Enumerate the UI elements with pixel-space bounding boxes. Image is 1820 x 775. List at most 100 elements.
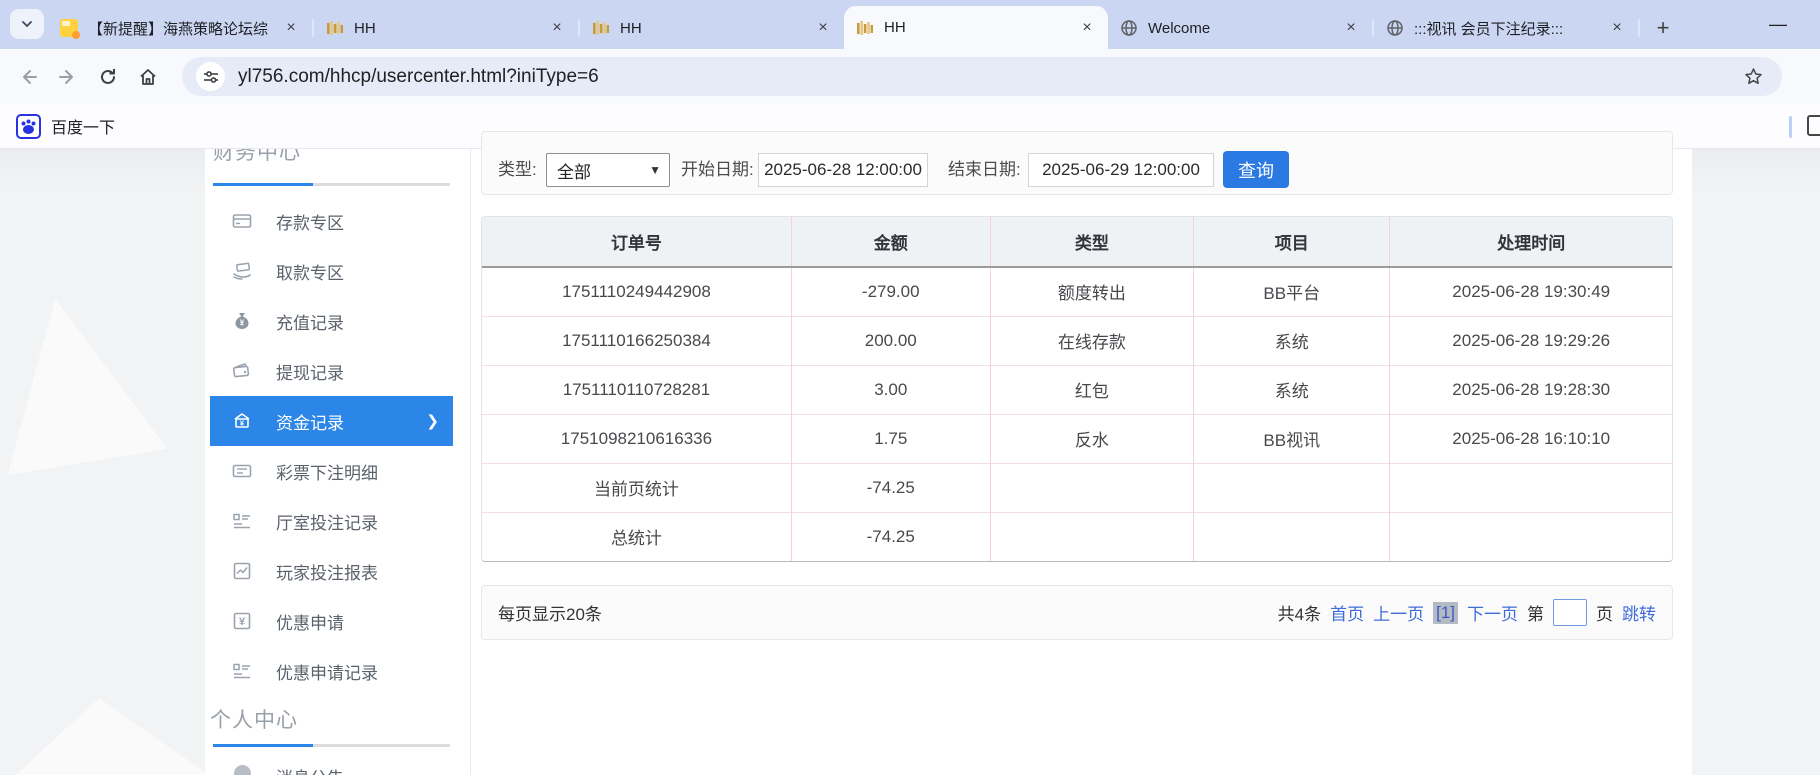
tab-hh-1[interactable]: HH × bbox=[314, 7, 578, 49]
tab-shixun[interactable]: :::视讯 会员下注纪录::: × bbox=[1374, 7, 1638, 49]
forward-arrow-icon bbox=[58, 67, 78, 87]
sidebar-item-funds-record[interactable]: ¥ 资金记录 ❯ bbox=[210, 396, 453, 446]
report-chart-icon bbox=[232, 561, 252, 581]
table-row: 1751098210616336 1.75 反水 BB视讯 2025-06-28… bbox=[482, 414, 1672, 463]
current-page: [1] bbox=[1433, 602, 1458, 624]
col-time: 处理时间 bbox=[1390, 217, 1672, 267]
tab-title: HH bbox=[884, 19, 1076, 36]
sidebar-item-promo-apply-record[interactable]: 优惠申请记录 bbox=[210, 646, 453, 696]
ticket-list-icon bbox=[232, 461, 252, 481]
tab-hh-2[interactable]: HH × bbox=[580, 7, 844, 49]
close-icon[interactable]: × bbox=[1076, 17, 1098, 39]
total-count: 共4条 bbox=[1278, 600, 1321, 625]
chevron-right-icon: ❯ bbox=[426, 412, 439, 430]
wallet-out-icon bbox=[232, 361, 252, 381]
type-select-value: 全部 bbox=[557, 158, 591, 183]
sidebar-item-lottery-bet-detail[interactable]: 彩票下注明细 bbox=[210, 446, 453, 496]
end-date-value: 2025-06-29 12:00:00 bbox=[1042, 160, 1200, 180]
jump-label-pre: 第 bbox=[1527, 600, 1544, 625]
start-date-input[interactable]: 2025-06-28 12:00:00 bbox=[758, 153, 928, 187]
new-tab-button[interactable]: + bbox=[1648, 13, 1678, 43]
sidebar-item-withdrawal-record[interactable]: 提现记录 bbox=[210, 346, 453, 396]
home-button[interactable] bbox=[128, 57, 168, 97]
section-title-finance: 财务中心 bbox=[213, 149, 453, 166]
sidebar-item-label: 彩票下注明细 bbox=[276, 459, 378, 484]
close-icon[interactable]: × bbox=[1340, 17, 1362, 39]
url-text[interactable]: yl756.com/hhcp/usercenter.html?iniType=6 bbox=[238, 66, 1738, 88]
section-underline bbox=[213, 744, 450, 747]
jump-link[interactable]: 跳转 bbox=[1622, 600, 1656, 625]
address-bar[interactable]: yl756.com/hhcp/usercenter.html?iniType=6 bbox=[182, 57, 1782, 96]
col-order-no: 订单号 bbox=[482, 217, 791, 267]
main-container: 财务中心 存款专区 取款专区 bbox=[205, 149, 1692, 775]
sidebar-item-deposit-zone[interactable]: 存款专区 bbox=[210, 196, 453, 246]
browser-toolbar: yl756.com/hhcp/usercenter.html?iniType=6 bbox=[0, 49, 1820, 104]
col-project: 项目 bbox=[1194, 217, 1390, 267]
cell-order: 1751110249442908 bbox=[482, 267, 791, 316]
gold-bars-icon bbox=[592, 19, 610, 37]
search-button[interactable]: 查询 bbox=[1223, 151, 1289, 188]
close-icon[interactable]: × bbox=[546, 17, 568, 39]
tab-title: HH bbox=[354, 20, 546, 37]
sidebar-item-label: 存款专区 bbox=[276, 209, 344, 234]
close-icon[interactable]: × bbox=[1606, 17, 1628, 39]
cell-time: 2025-06-28 19:28:30 bbox=[1390, 365, 1672, 414]
side-panel-icon[interactable] bbox=[1807, 115, 1820, 136]
sidebar-item-message[interactable]: 消息公告 bbox=[210, 761, 453, 775]
bookmark-baidu[interactable]: 百度一下 bbox=[16, 114, 115, 139]
cell-time: 2025-06-28 16:10:10 bbox=[1390, 414, 1672, 463]
type-label: 类型: bbox=[498, 153, 537, 187]
next-page-link[interactable]: 下一页 bbox=[1467, 600, 1518, 625]
gold-bars-icon bbox=[326, 19, 344, 37]
sidebar-item-label: 消息公告 bbox=[276, 761, 344, 775]
tab-search-button[interactable] bbox=[10, 9, 44, 39]
cell-amount: 1.75 bbox=[791, 414, 990, 463]
sidebar-item-label: 资金记录 bbox=[276, 409, 344, 434]
type-select[interactable]: 全部 ▼ bbox=[546, 153, 670, 187]
funds-icon: ¥ bbox=[232, 411, 252, 431]
chevron-down-icon bbox=[20, 17, 34, 31]
site-settings-icon[interactable] bbox=[196, 62, 225, 91]
cell-label: 总统计 bbox=[482, 512, 791, 561]
sidebar-item-recharge-record[interactable]: ¥ 充值记录 bbox=[210, 296, 453, 346]
cell-time: 2025-06-28 19:29:26 bbox=[1390, 316, 1672, 365]
cell-project: 系统 bbox=[1194, 316, 1390, 365]
sidebar-item-label: 取款专区 bbox=[276, 259, 344, 284]
svg-text:¥: ¥ bbox=[240, 319, 245, 328]
cell-order: 1751110110728281 bbox=[482, 365, 791, 414]
tab-bar: 【新提醒】海燕策略论坛综 × HH × HH × bbox=[0, 0, 1820, 49]
filter-panel: 类型: 全部 ▼ 开始日期: 2025-06-28 12:00:00 结束日期:… bbox=[481, 131, 1673, 195]
forum-mail-icon bbox=[60, 19, 78, 37]
table-row: 1751110166250384 200.00 在线存款 系统 2025-06-… bbox=[482, 316, 1672, 365]
sidebar-item-player-bet-report[interactable]: 玩家投注报表 bbox=[210, 546, 453, 596]
sidebar-item-withdraw-zone[interactable]: 取款专区 bbox=[210, 246, 453, 296]
background-triangle bbox=[0, 679, 220, 775]
tab-forum[interactable]: 【新提醒】海燕策略论坛综 × bbox=[48, 7, 312, 49]
tab-welcome[interactable]: Welcome × bbox=[1108, 7, 1372, 49]
bookmarks-separator bbox=[1789, 116, 1792, 138]
cell-amount: -74.25 bbox=[791, 512, 990, 561]
svg-text:¥: ¥ bbox=[239, 616, 246, 628]
prev-page-link[interactable]: 上一页 bbox=[1373, 600, 1424, 625]
minimize-button[interactable]: — bbox=[1761, 8, 1795, 40]
bookmark-star-icon[interactable] bbox=[1738, 62, 1768, 92]
cell-order: 1751098210616336 bbox=[482, 414, 791, 463]
baidu-paw-icon bbox=[16, 114, 41, 139]
close-icon[interactable]: × bbox=[280, 17, 302, 39]
first-page-link[interactable]: 首页 bbox=[1330, 600, 1364, 625]
tab-hh-active[interactable]: HH × bbox=[844, 6, 1108, 49]
sidebar-item-label: 玩家投注报表 bbox=[276, 559, 378, 584]
sidebar-item-hall-bet-record[interactable]: 厅室投注记录 bbox=[210, 496, 453, 546]
back-button[interactable] bbox=[8, 57, 48, 97]
forward-button[interactable] bbox=[48, 57, 88, 97]
page-number-input[interactable] bbox=[1553, 599, 1587, 626]
cell-project: 系统 bbox=[1194, 365, 1390, 414]
table-row-page-total: 当前页统计 -74.25 bbox=[482, 463, 1672, 512]
cell-time: 2025-06-28 19:30:49 bbox=[1390, 267, 1672, 316]
sidebar-item-promo-apply[interactable]: ¥ 优惠申请 bbox=[210, 596, 453, 646]
end-date-input[interactable]: 2025-06-29 12:00:00 bbox=[1028, 153, 1214, 187]
reload-button[interactable] bbox=[88, 57, 128, 97]
close-icon[interactable]: × bbox=[812, 17, 834, 39]
section-title-personal: 个人中心 bbox=[210, 704, 453, 734]
globe-icon bbox=[1120, 19, 1138, 37]
